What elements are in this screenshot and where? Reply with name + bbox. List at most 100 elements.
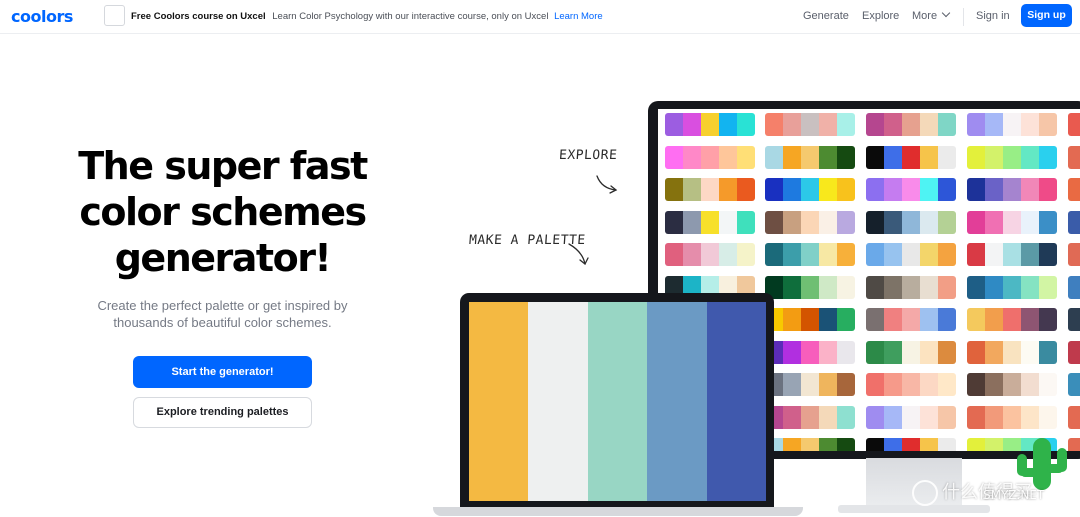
explore-trending-palettes-button[interactable]: Explore trending palettes <box>133 397 312 428</box>
palette-swatch <box>1003 178 1021 201</box>
palette-swatch <box>801 275 819 299</box>
watermark-sub: SMYZ.NET <box>983 488 1045 502</box>
palette-swatch <box>765 145 783 169</box>
palette-swatch <box>920 405 938 429</box>
sign-up-button[interactable]: Sign up <box>1021 4 1072 27</box>
palette-swatch <box>1039 373 1057 396</box>
palette-swatch <box>866 178 884 201</box>
palette-swatch <box>985 178 1003 201</box>
nav-generate[interactable]: Generate <box>803 10 849 22</box>
palette-swatch <box>1003 405 1021 429</box>
learn-more-link[interactable]: Learn More <box>554 11 603 22</box>
nav-explore[interactable]: Explore <box>862 10 899 22</box>
palette-swatch <box>801 243 819 266</box>
palette-swatch <box>902 308 920 331</box>
palette-swatch <box>938 405 956 429</box>
explore-annotation: EXPLORE <box>558 148 618 163</box>
palette-swatch <box>819 438 837 451</box>
palette-card <box>967 210 1057 234</box>
palette-card <box>665 113 755 136</box>
palette-swatch <box>884 438 902 451</box>
palette-swatch <box>866 308 884 331</box>
palette-swatch <box>1068 275 1080 299</box>
palette-card <box>1068 340 1080 364</box>
palette-swatch <box>1003 145 1021 169</box>
hero-title: The super fast color schemes generator! <box>60 143 385 281</box>
sign-in-link[interactable]: Sign in <box>976 10 1010 22</box>
palette-swatch <box>783 178 801 201</box>
palette-swatch <box>665 145 683 169</box>
palette-swatch <box>683 243 701 266</box>
palette-swatch <box>801 340 819 364</box>
hero-subtitle-line-2: thousands of beautiful color schemes. <box>113 315 332 330</box>
palette-swatch <box>884 113 902 136</box>
palette-card <box>967 405 1057 429</box>
palette-swatch <box>967 275 985 299</box>
palette-swatch <box>902 340 920 364</box>
palette-swatch <box>967 340 985 364</box>
palette-swatch <box>819 405 837 429</box>
palette-card <box>866 178 956 201</box>
palette-card <box>765 275 855 299</box>
palette-swatch <box>801 373 819 396</box>
start-generator-button[interactable]: Start the generator! <box>133 356 312 388</box>
palette-card <box>967 275 1057 299</box>
palette-swatch <box>701 210 719 234</box>
palette-card <box>765 210 855 234</box>
palette-swatch <box>902 405 920 429</box>
palette-swatch <box>985 113 1003 136</box>
promo-text: Learn Color Psychology with our interact… <box>272 11 549 22</box>
palette-swatch <box>920 308 938 331</box>
promo-banner: Free Coolors course on Uxcel Learn Color… <box>131 11 603 22</box>
palette-card <box>765 405 855 429</box>
top-nav-bar: coolors Free Coolors course on Uxcel Lea… <box>0 0 1080 34</box>
laptop-palette <box>469 302 767 501</box>
palette-swatch <box>920 210 938 234</box>
palette-swatch <box>701 145 719 169</box>
palette-swatch <box>1039 308 1057 331</box>
palette-swatch <box>1021 308 1039 331</box>
palette-swatch <box>683 210 701 234</box>
palette-card <box>1068 308 1080 331</box>
palette-swatch <box>801 178 819 201</box>
palette-swatch <box>837 373 855 396</box>
palette-card <box>1068 210 1080 234</box>
palette-swatch <box>737 210 755 234</box>
palette-swatch <box>967 373 985 396</box>
palette-swatch <box>938 340 956 364</box>
palette-swatch <box>866 275 884 299</box>
palette-card <box>665 145 755 169</box>
palette-swatch <box>884 373 902 396</box>
palette-card <box>665 178 755 201</box>
palette-swatch <box>1039 113 1057 136</box>
palette-card <box>765 340 855 364</box>
palette-card <box>665 243 755 266</box>
coolors-logo[interactable]: coolors <box>11 7 73 26</box>
palette-swatch <box>985 145 1003 169</box>
monitor-stand-base <box>838 505 990 513</box>
palette-card <box>665 210 755 234</box>
palette-swatch <box>1021 145 1039 169</box>
palette-swatch <box>967 405 985 429</box>
palette-swatch <box>1003 340 1021 364</box>
palette-card <box>765 243 855 266</box>
uxcel-course-thumbnail[interactable] <box>104 5 125 26</box>
palette-card <box>765 373 855 396</box>
palette-swatch <box>765 243 783 266</box>
palette-swatch <box>719 178 737 201</box>
palette-swatch <box>985 405 1003 429</box>
palette-card <box>765 178 855 201</box>
palette-swatch <box>1021 373 1039 396</box>
palette-card <box>866 145 956 169</box>
watermark-logo-icon <box>912 480 938 506</box>
palette-swatch <box>884 340 902 364</box>
palette-swatch <box>920 243 938 266</box>
palette-card <box>866 405 956 429</box>
palette-card <box>1068 178 1080 201</box>
palette-swatch <box>837 308 855 331</box>
nav-more-dropdown[interactable]: More <box>912 8 951 22</box>
palette-card <box>967 178 1057 201</box>
palette-swatch <box>819 340 837 364</box>
palette-swatch <box>801 113 819 136</box>
palette-swatch <box>683 113 701 136</box>
